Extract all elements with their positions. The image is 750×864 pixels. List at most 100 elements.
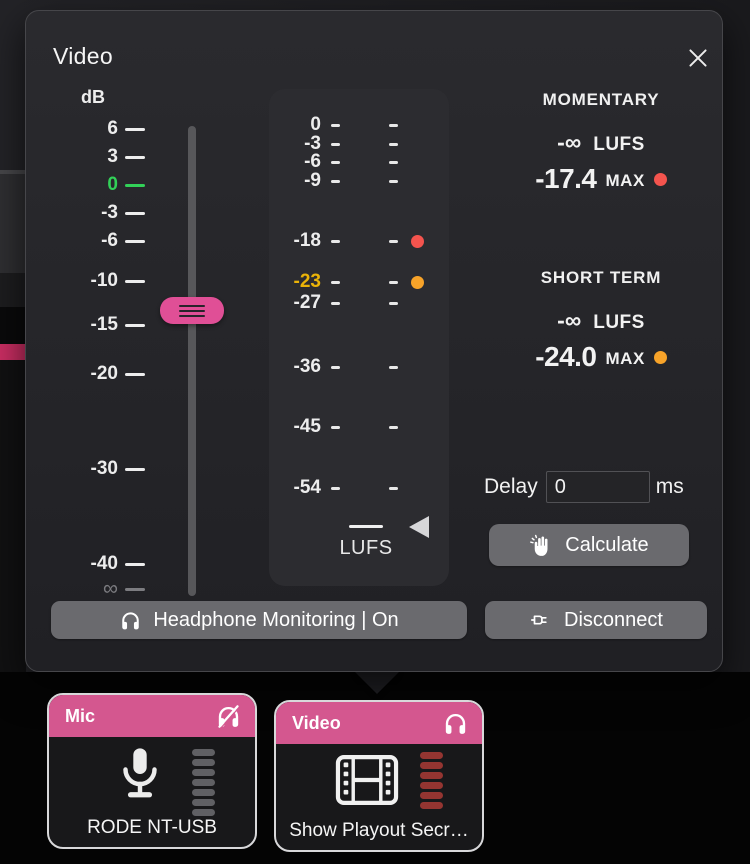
db-tick-label: -15	[90, 314, 118, 335]
db-tick-label: -20	[90, 363, 118, 384]
meter-current-level-line	[349, 525, 383, 528]
db-tick-label: 3	[107, 146, 118, 167]
average-indicator-dot	[411, 276, 424, 289]
meter-tick-label: -9	[304, 170, 321, 191]
db-tick-mark	[125, 212, 145, 215]
volume-fader-track[interactable]	[188, 126, 196, 596]
meter-tick: -54	[269, 476, 449, 500]
headphones-muted-icon[interactable]	[215, 703, 242, 730]
delay-label: Delay	[484, 475, 538, 498]
popover-arrow	[354, 671, 400, 694]
fader-unit-label: dB	[81, 87, 105, 107]
meter-tick-label: -54	[293, 477, 321, 498]
mic-tile-header: Mic	[49, 695, 255, 737]
momentary-value: -∞	[557, 129, 582, 155]
db-tick: -10	[48, 269, 148, 293]
mic-device-label: RODE NT-USB	[87, 817, 217, 838]
calculate-button[interactable]: Calculate	[489, 524, 689, 566]
db-tick-label: -3	[101, 202, 118, 223]
video-tile-header: Video	[276, 702, 482, 744]
meter-tick-label: -36	[293, 356, 321, 377]
background-pink-bar	[0, 344, 26, 360]
short-term-heading: SHORT TERM	[540, 268, 662, 287]
momentary-unit: LUFS	[593, 134, 645, 155]
lufs-meter-panel: 0 -3 -6 -9 -18 -23 -27 -36 -45 -54 LUFS	[269, 89, 449, 586]
db-tick-zero: 0	[48, 173, 148, 197]
mic-tile-title: Mic	[65, 705, 96, 726]
headphone-monitoring-label: Headphone Monitoring | On	[153, 608, 399, 631]
meter-tick: -36	[269, 355, 449, 379]
db-tick-label: -40	[90, 553, 118, 574]
short-term-max-label: MAX	[605, 349, 645, 368]
disconnect-button-label: Disconnect	[564, 608, 663, 631]
db-tick-infinity: ∞	[48, 577, 148, 601]
db-tick-mark	[125, 373, 145, 376]
db-tick-mark	[125, 468, 145, 471]
meter-tick-label: -18	[293, 230, 321, 251]
meter-tick: -9	[269, 169, 449, 193]
delay-input[interactable]	[545, 471, 650, 503]
background-panel-lower	[0, 360, 26, 672]
calculate-button-label: Calculate	[565, 533, 649, 556]
close-button[interactable]	[680, 40, 716, 76]
volume-fader-handle[interactable]	[160, 297, 224, 324]
db-tick-label: -6	[101, 230, 118, 251]
db-tick: -6	[48, 229, 148, 253]
db-tick-mark	[125, 184, 145, 187]
meter-tick-label: -27	[293, 292, 321, 313]
video-device-label: Show Playout Secr…	[289, 820, 469, 841]
db-tick-mark	[125, 240, 145, 243]
meter-tick: -27	[269, 291, 449, 315]
short-term-peak-dot	[653, 350, 667, 364]
momentary-max-value: -17.4	[535, 163, 597, 194]
db-tick-label: -10	[90, 270, 118, 291]
short-term-max: -24.0 MAX	[476, 341, 726, 373]
headphone-monitoring-button[interactable]: Headphone Monitoring | On	[51, 601, 467, 639]
momentary-max: -17.4 MAX	[476, 163, 726, 195]
clap-icon	[529, 533, 554, 558]
headphones-icon[interactable]	[442, 710, 469, 737]
meter-tick: -45	[269, 415, 449, 439]
db-tick: 6	[48, 117, 148, 141]
mic-level-meter	[192, 749, 215, 816]
channel-tile-mic[interactable]: Mic RODE NT-USB	[47, 693, 257, 849]
db-tick-label: 0	[107, 174, 118, 195]
db-tick-label: -30	[90, 458, 118, 479]
video-tile-body	[276, 744, 482, 816]
momentary-current: -∞ LUFS	[476, 129, 726, 156]
db-tick-mark	[125, 588, 145, 591]
short-term-unit: LUFS	[593, 312, 645, 333]
db-tick: 3	[48, 145, 148, 169]
video-channel-popover: Video dB 6 3 0 -3 -6 -10 -15 -20 -30 -40…	[25, 10, 723, 672]
delay-unit-label: ms	[655, 475, 684, 498]
momentary-peak-dot	[653, 172, 667, 186]
db-tick: -3	[48, 201, 148, 225]
video-level-meter	[420, 752, 443, 809]
film-icon	[335, 754, 399, 806]
delay-row: Delay ms	[484, 471, 684, 503]
db-tick-mark	[125, 156, 145, 159]
db-tick-mark	[125, 128, 145, 131]
video-tile-title: Video	[292, 712, 341, 733]
close-icon	[685, 45, 711, 71]
db-tick-mark	[125, 280, 145, 283]
meter-arrow-icon	[409, 516, 429, 538]
channel-tile-video[interactable]: Video Show Playout Secr…	[274, 700, 484, 852]
meter-unit-label: LUFS	[339, 537, 393, 559]
mic-tile-body	[49, 737, 255, 816]
short-term-value: -∞	[557, 307, 582, 333]
meter-tick-label: -45	[293, 416, 321, 437]
db-tick: -15	[48, 313, 148, 337]
db-tick-mark	[125, 324, 145, 327]
background-panel-dark	[0, 307, 26, 344]
popover-title: Video	[53, 43, 113, 69]
peak-indicator-dot	[411, 235, 424, 248]
headphones-icon	[119, 609, 142, 632]
db-tick-mark	[125, 563, 145, 566]
momentary-heading: MOMENTARY	[542, 90, 660, 109]
db-tick-label: 6	[107, 118, 118, 139]
background-panel	[0, 174, 26, 273]
momentary-max-label: MAX	[605, 171, 645, 190]
short-term-current: -∞ LUFS	[476, 307, 726, 334]
disconnect-button[interactable]: Disconnect	[485, 601, 707, 639]
